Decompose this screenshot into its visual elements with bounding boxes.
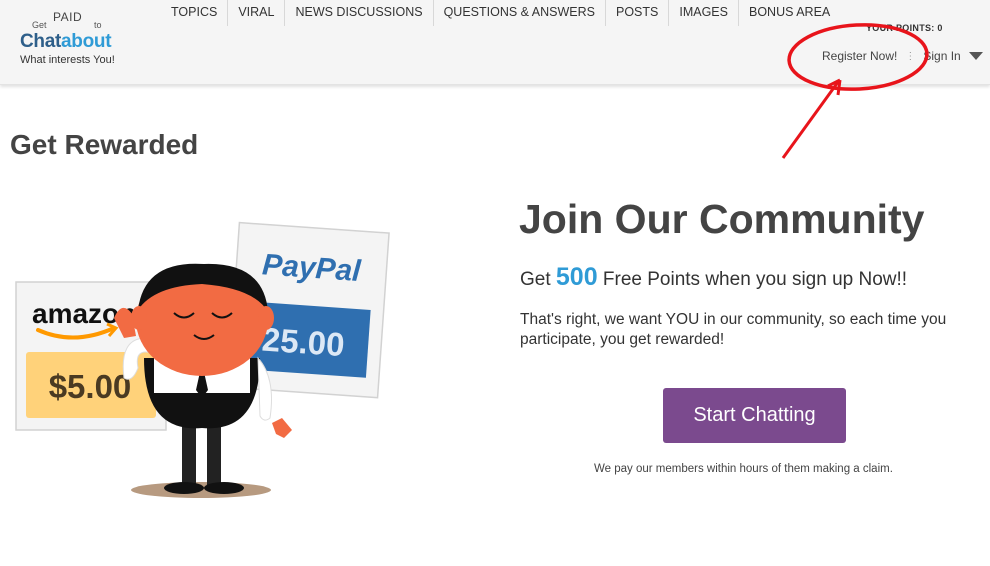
nav-item-posts[interactable]: POSTS bbox=[606, 0, 670, 26]
paypal-brand-text: PayPal bbox=[261, 248, 362, 288]
auth-links: Register Now! ⋮ Sign In bbox=[822, 49, 983, 63]
logo-get-text: Get bbox=[32, 20, 47, 30]
auth-separator: ⋮ bbox=[905, 50, 916, 62]
nav-item-topics[interactable]: TOPICS bbox=[161, 0, 229, 26]
points-suffix: Free Points when you sign up Now!! bbox=[602, 269, 908, 290]
page-title: Get Rewarded bbox=[10, 129, 198, 161]
page-title-bold: Rewarded bbox=[64, 129, 199, 160]
main-nav: TOPICS VIRAL NEWS DISCUSSIONS QUESTIONS … bbox=[161, 0, 840, 26]
nav-item-questions-answers[interactable]: QUESTIONS & ANSWERS bbox=[434, 0, 606, 26]
logo-brand-chat: Chat bbox=[20, 31, 62, 52]
sign-in-link[interactable]: Sign In bbox=[923, 49, 960, 63]
community-description: That's right, we want YOU in our communi… bbox=[520, 311, 947, 348]
rewards-illustration: PayPal 25.00 amazon $5.00 bbox=[15, 221, 390, 498]
site-header: Get PAID to Chatabout What interests You… bbox=[0, 0, 990, 85]
register-link[interactable]: Register Now! bbox=[822, 49, 897, 63]
logo-tagline: What interests You! bbox=[20, 54, 115, 66]
logo-paid-text: PAID bbox=[53, 10, 83, 24]
join-community-heading: Join Our Community bbox=[519, 196, 924, 243]
page-title-plain: Get bbox=[10, 129, 57, 160]
logo-brand-about: about bbox=[61, 31, 112, 52]
start-chatting-button[interactable]: Start Chatting bbox=[663, 388, 846, 443]
join-title-bold: Community bbox=[698, 196, 925, 242]
user-points: YOUR POINTS: 0 bbox=[866, 23, 943, 33]
points-prefix: Get bbox=[520, 269, 551, 290]
join-title-plain: Join Our bbox=[519, 196, 688, 242]
nav-item-images[interactable]: IMAGES bbox=[669, 0, 739, 26]
annotation-arrow bbox=[781, 81, 840, 159]
chevron-down-icon[interactable] bbox=[968, 52, 983, 60]
logo-to-text: to bbox=[94, 20, 102, 30]
site-logo[interactable]: Get PAID to Chatabout What interests You… bbox=[20, 8, 150, 70]
points-value: 500 bbox=[555, 263, 598, 291]
free-points-offer: Get 500 Free Points when you sign up Now… bbox=[520, 263, 907, 292]
amazon-amount-text: $5.00 bbox=[49, 368, 132, 405]
nav-item-news-discussions[interactable]: NEWS DISCUSSIONS bbox=[285, 0, 434, 26]
logo-brand: Chatabout bbox=[20, 31, 112, 53]
nav-item-bonus-area[interactable]: BONUS AREA bbox=[739, 0, 840, 26]
nav-item-viral[interactable]: VIRAL bbox=[228, 0, 286, 26]
payment-footnote: We pay our members within hours of them … bbox=[594, 463, 893, 475]
paypal-amount-text: 25.00 bbox=[261, 321, 346, 364]
